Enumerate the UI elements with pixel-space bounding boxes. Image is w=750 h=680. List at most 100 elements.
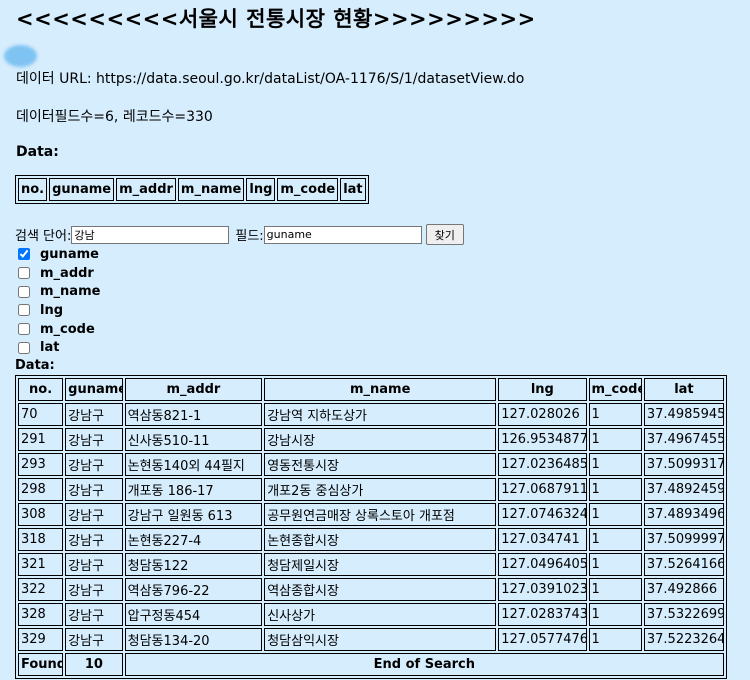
checkbox-row-m-addr: m_addr bbox=[15, 264, 100, 283]
table-cell: 1 bbox=[588, 428, 642, 451]
checkbox-label: guname bbox=[40, 246, 99, 262]
results-header-cell: guname bbox=[65, 378, 123, 401]
checkbox-lng[interactable] bbox=[18, 304, 30, 317]
table-cell: 298 bbox=[18, 478, 64, 501]
find-button[interactable]: 찾기 bbox=[425, 224, 464, 245]
table-cell: 328 bbox=[18, 603, 64, 626]
results-header-cell: lat bbox=[643, 378, 724, 401]
table-cell: 강남구 bbox=[65, 578, 123, 601]
table-cell: 1 bbox=[588, 478, 642, 501]
table-cell: 영동전통시장 bbox=[264, 453, 497, 476]
field-header-cell: m_addr bbox=[116, 178, 176, 201]
table-cell: 강남구 bbox=[65, 503, 123, 526]
table-cell: 291 bbox=[18, 428, 64, 451]
table-cell: 1 bbox=[588, 553, 642, 576]
checkbox-row-lng: lng bbox=[15, 301, 100, 320]
found-count: 10 bbox=[65, 653, 123, 676]
table-cell: 127.0236485 bbox=[498, 453, 587, 476]
table-cell: 37.4967455 bbox=[643, 428, 724, 451]
table-cell: 강남구 일원동 613 bbox=[124, 503, 263, 526]
checkbox-m-code[interactable] bbox=[18, 323, 30, 336]
checkbox-lat[interactable] bbox=[18, 341, 30, 354]
table-cell: 1 bbox=[588, 603, 642, 626]
data-label: Data: bbox=[16, 144, 59, 160]
table-row: 298 강남구 개포동 186-17 개포2동 중심상가 127.0687911 1 37.… bbox=[18, 478, 724, 501]
table-cell: 126.9534877 bbox=[498, 428, 587, 451]
table-cell: 강남구 bbox=[65, 453, 123, 476]
table-cell: 321 bbox=[18, 553, 64, 576]
table-cell: 역삼동796-22 bbox=[124, 578, 263, 601]
table-cell: 강남구 bbox=[65, 553, 123, 576]
results-header-cell: m_addr bbox=[124, 378, 263, 401]
table-cell: 70 bbox=[18, 403, 64, 426]
table-cell: 127.0496405 bbox=[498, 553, 587, 576]
table-cell: 강남시장 bbox=[264, 428, 497, 451]
checkbox-label: lng bbox=[40, 302, 64, 318]
table-cell: 329 bbox=[18, 628, 64, 651]
table-cell: 강남구 bbox=[65, 603, 123, 626]
checkbox-label: m_code bbox=[40, 321, 95, 337]
checkbox-m-addr[interactable] bbox=[18, 267, 30, 280]
results-data-label: Data: bbox=[15, 358, 55, 373]
results-header-cell: m_code bbox=[588, 378, 642, 401]
field-header-cell: lat bbox=[340, 178, 366, 201]
results-header-row: no. guname m_addr m_name lng m_code lat bbox=[18, 378, 724, 401]
table-cell: 신사상가 bbox=[264, 603, 497, 626]
cursor-highlight-icon bbox=[4, 45, 37, 67]
table-cell: 청담삼익시장 bbox=[264, 628, 497, 651]
table-cell: 127.028026 bbox=[498, 403, 587, 426]
table-row: 318 강남구 논현동227-4 논현종합시장 127.034741 1 37.509999… bbox=[18, 528, 724, 551]
field-header-row: no. guname m_addr m_name lng m_code lat bbox=[18, 178, 366, 201]
table-cell: 127.0283743 bbox=[498, 603, 587, 626]
table-cell: 강남구 bbox=[65, 628, 123, 651]
table-cell: 청담동134-20 bbox=[124, 628, 263, 651]
data-url-text: 데이터 URL: https://data.seoul.go.kr/dataLi… bbox=[16, 71, 525, 87]
table-row: 322 강남구 역삼동796-22 역삼종합시장 127.0391023 1 37.4928… bbox=[18, 578, 724, 601]
table-cell: 318 bbox=[18, 528, 64, 551]
table-row: 328 강남구 압구정동454 신사상가 127.0283743 1 37.5322699 bbox=[18, 603, 724, 626]
table-cell: 322 bbox=[18, 578, 64, 601]
table-cell: 강남구 bbox=[65, 478, 123, 501]
table-cell: 논현종합시장 bbox=[264, 528, 497, 551]
results-header-cell: lng bbox=[498, 378, 587, 401]
table-row: 321 강남구 청담동122 청담제일시장 127.0496405 1 37.5264166 bbox=[18, 553, 724, 576]
table-cell: 개포2동 중심상가 bbox=[264, 478, 497, 501]
checkbox-row-guname: guname bbox=[15, 245, 100, 264]
table-cell: 37.4985945 bbox=[643, 403, 724, 426]
field-header-table: no. guname m_addr m_name lng m_code lat bbox=[15, 175, 369, 204]
table-cell: 308 bbox=[18, 503, 64, 526]
table-cell: 역삼종합시장 bbox=[264, 578, 497, 601]
checkbox-label: m_name bbox=[40, 284, 101, 300]
table-cell: 1 bbox=[588, 403, 642, 426]
table-cell: 37.5264166 bbox=[643, 553, 724, 576]
table-cell: 1 bbox=[588, 578, 642, 601]
table-cell: 청담제일시장 bbox=[264, 553, 497, 576]
field-header-cell: m_code bbox=[277, 178, 339, 201]
search-field-input[interactable] bbox=[263, 225, 422, 244]
checkbox-m-name[interactable] bbox=[18, 285, 30, 298]
checkbox-label: m_addr bbox=[40, 265, 94, 281]
table-cell: 논현동227-4 bbox=[124, 528, 263, 551]
search-word-input[interactable] bbox=[71, 225, 230, 244]
checkbox-row-m-code: m_code bbox=[15, 320, 100, 339]
table-cell: 127.0746324 bbox=[498, 503, 587, 526]
checkbox-row-lat: lat bbox=[15, 338, 100, 357]
table-cell: 127.0687911 bbox=[498, 478, 587, 501]
table-cell: 1 bbox=[588, 503, 642, 526]
table-cell: 37.5099997 bbox=[643, 528, 724, 551]
found-label: Found bbox=[18, 653, 64, 676]
table-cell: 127.0577476 bbox=[498, 628, 587, 651]
table-cell: 신사동510-11 bbox=[124, 428, 263, 451]
field-header-cell: m_name bbox=[177, 178, 245, 201]
checkbox-guname[interactable] bbox=[18, 248, 30, 261]
field-checkbox-list: guname m_addr m_namelng m_code lat bbox=[15, 245, 100, 357]
table-cell: 37.5099317 bbox=[643, 453, 724, 476]
table-cell: 37.4892459 bbox=[643, 478, 724, 501]
table-cell: 1 bbox=[588, 528, 642, 551]
table-cell: 강남구 bbox=[65, 403, 123, 426]
table-cell: 127.034741 bbox=[498, 528, 587, 551]
checkbox-row-m-name: m_name bbox=[15, 282, 100, 301]
page-title: <<<<<<<<<서울시 전통시장 현황>>>>>>>>> bbox=[16, 7, 536, 31]
table-cell: 압구정동454 bbox=[124, 603, 263, 626]
search-word-label: 검색 단어: bbox=[15, 229, 72, 244]
